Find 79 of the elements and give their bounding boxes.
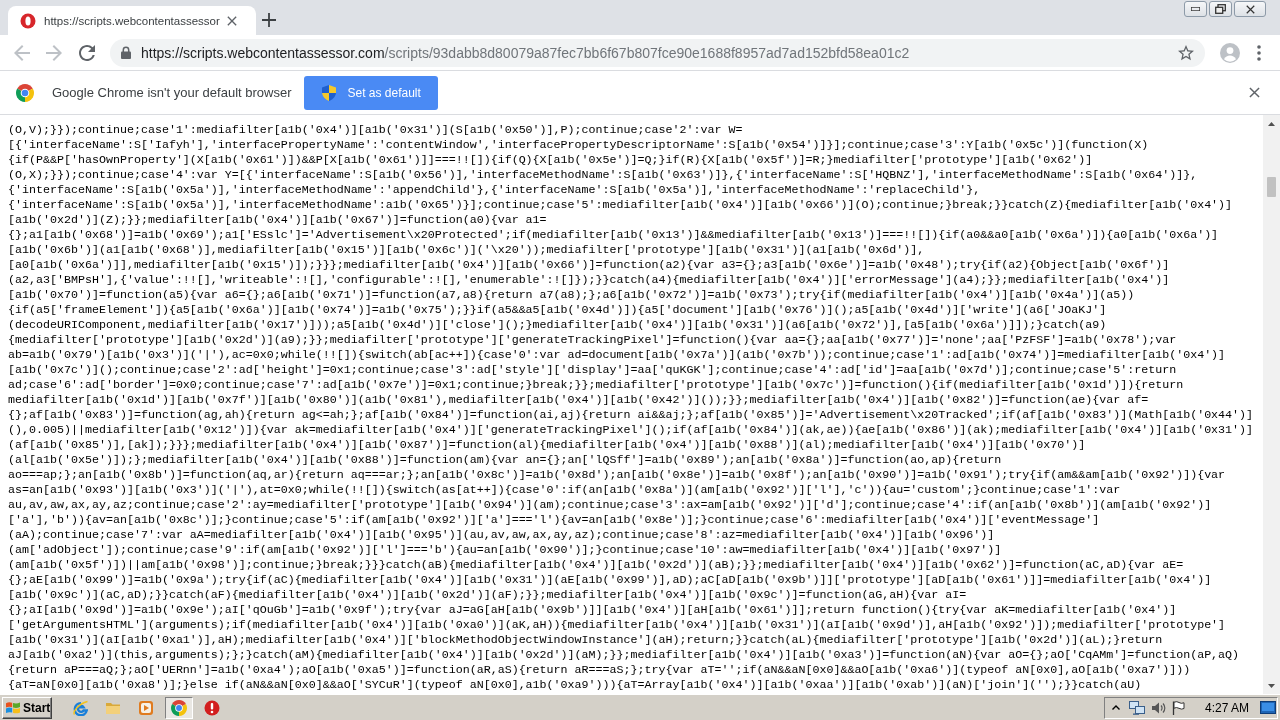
alert-icon [204, 699, 220, 716]
code-line: ['getArgumentsHTML'](arguments);if(mediafilter[a1b('0x4')][a1b('0xa0')](aK,aH)){mediafilter[a1b('0x4')][a1b('0x31')](aI[a1b('0x9d')],aH[a1b('0x92')]);mediafilter['prototype'] [8, 618, 1227, 633]
person-silhouette-icon [1220, 42, 1240, 63]
code-line: [a1b('0x9c')](aC,aD);}}catch(aF){mediafilter[a1b('0x4')][a1b('0x2d')](aF);}};mediafilter[a1b('0x4')][a1b('0x9c')]=function(aG,aH){var aI= [8, 588, 968, 603]
code-line: (O,X);}});continue;case'4':var Y=[{'interfaceName':S[a1b('0x56')],'interfaceMethodName':S[a1b('0x63')]},{'interfaceName':S['HQBNZ'],'interfaceMethodName':S[a1b('0x64')]}, [8, 168, 1199, 183]
code-line: (aA);continue;case'7':var aA=mediafilter[a1b('0x4')][a1b('0x95')](au,av,aw,ax,ay,az);continue;case'8':az=mediafilter[a1b('0x4')][a1b('0x96')] [8, 528, 996, 543]
minimize-button[interactable] [1184, 1, 1207, 17]
code-line: as=an[a1b('0x93')][a1b('0x3')]('|'),at=0x0;while(!![]){switch(as[at++]){case'0':if(an[a1b('0x8a')](am[a1b('0x92')]['l'],'c')){au='custom';}continue;case'1':var [8, 483, 1122, 498]
code-line: (a2,a3['BMPsH'],{'value':!![],'writeable':![],'configurable':![],'enumerable':![]});}}catch(a4){mediafilter[a1b('0x4')]['errorMessage'](a4);}};mediafilter[a1b('0x4')] [8, 273, 1171, 288]
infobar-close-button[interactable] [1247, 85, 1261, 100]
play-icon [138, 699, 154, 716]
reload-icon [79, 44, 95, 61]
star-icon[interactable] [1178, 44, 1194, 61]
flag-icon[interactable] [1171, 700, 1185, 715]
close-icon [227, 15, 237, 26]
code-line: {mediafilter['prototype'][a1b('0x2d')](a9);}};mediafilter['prototype']['generateTrackingPixel']=function(){var aa={};aa[a1b('0x77')]='none';aa['PzFSF']=a1b('0x78');var [8, 333, 1178, 348]
close-icon [1248, 87, 1260, 98]
minimize-icon [1191, 7, 1200, 11]
code-line: [a1b('0x31')](aI[a1b('0xa1')],aH);mediafilter[a1b('0x4')]['blockMethodObjectWindowInstance'](aH);return;}}catch(aL){mediafilter['prototype'][a1b('0x2d')](aL);}return [8, 633, 1164, 648]
code-line: au,av,aw,ax,ay,az;continue;case'2':ay=mediafilter['prototype'][a1b('0x94')](am);continue;case'3':ax=am[a1b('0x92')]['d'];continue;case'4':if(an[a1b('0x8b')](am[a1b('0x92')] [8, 498, 1213, 513]
code-line: {};a1[a1b('0x68')]=a1b('0x69');a1['ESslc']='Advertisement\x20Protected';if(mediafilter[a1b('0x13')]&&mediafilter[a1b('0x13')]===!![]){if(a0&&a0[a1b('0x6a')]){a0[a1b('0x6a')] [8, 228, 1220, 243]
start-flag-icon [5, 700, 21, 715]
scrollbar-thumb[interactable] [1267, 177, 1276, 197]
code-line: {if(a5['frameElement']){a5[a1b('0x6a')][a1b('0x74')]=a1b('0x75');}}if(a5&&a5[a1b('0x4d')]){a5['document'][a1b('0x76')]();a5[a1b('0x4d')]['write'](a6['JOaKJ'] [8, 303, 1108, 318]
triangle-down-icon [1268, 683, 1275, 688]
code-line: ad;case'6':ad['border']=0x0;continue;case'7':ad[a1b('0x7e')]=0x1;continue;}break;}};mediafilter['prototype'][a1b('0x7c')]=function(){if(mediafilter[a1b('0x1d')]){return [8, 378, 1185, 393]
address-field[interactable]: https://scripts.webcontentassessor.com/scripts/93dabb8d80079a87fec7bb6f67b807fce90e1688f8957ad7ad152bfd58ea01c2 [110, 38, 1205, 67]
code-line: [a1b('0x2d')](Z);}};mediafilter[a1b('0x4')][a1b('0x67')]=function(a0){var a1= [8, 213, 548, 228]
code-line: {aT=aN[0x0][a1b('0xa8')];}else if(aN&&aN[0x0]&&aO['SYCuR'](typeof aN[0x0],a1b('0xa9'))){aT=Array[a1b('0x4')][a1b('0xaa')][a1b('0xab')](aN)['join']('');}}catch(aU) [8, 678, 1143, 693]
code-line: mediafilter[a1b('0x1d')][a1b('0x7f')][a1b('0x80')](a1b('0x81'),mediafilter[a1b('0x4')][a1b('0x42')]());}};mediafilter[a1b('0x4')][a1b('0x82')]=function(ae){var af= [8, 393, 1150, 408]
code-line: {'interfaceName':S[a1b('0x5a')],'interfaceMethodName':a1b('0x65')}];continue;case'5':mediafilter[a1b('0x4')][a1b('0x66')](O);continue;}break;}}catch(Z){mediafilter[a1b('0x4')] [8, 198, 1234, 213]
code-line: ab=a1b('0x79')[a1b('0x3')]('|'),ac=0x0;while(!![]){switch(ab[ac++]){case'0':var ad=document[a1b('0x7a')](a1b('0x7b'));continue;case'1':ad[a1b('0x74')]=mediafilter[a1b('0x4')] [8, 348, 1227, 363]
code-line: [{'interfaceName':S['Iafyh'],'interfacePropertyName':'contentWindow','interfacePropertyDescriptorName':S[a1b('0x54')]}];continue;case'3':Y[a1b('0x5c')](function(X) [8, 138, 1150, 153]
close-icon [1245, 4, 1255, 14]
infobar-message: Google Chrome isn't your default browser [52, 85, 292, 100]
code-line: {'interfaceName':S[a1b('0x5a')],'interfaceMethodName':'appendChild'},{'interfaceName':S[a1b('0x5a')],'interfaceMethodName':'replaceChild'}, [8, 183, 982, 198]
clock: 4:27 AM [1204, 700, 1249, 715]
code-line: {if(P&&P['hasOwnProperty'](X[a1b('0x61')])&&P[X[a1b('0x61')]]===!![]){if(Q){X[a1b('0x5e')]=Q;}if(R){X[a1b('0x5f')]=R;}mediafilter['prototype'][a1b('0x62')] [8, 153, 1094, 168]
plus-icon [262, 13, 276, 27]
code-line: (decodeURIComponent,mediafilter[a1b('0x17')]));a5[a1b('0x4d')]['close']();}mediafilter[a1b('0x4')][a1b('0x31')](a6[a1b('0x72')],[a5[a1b('0x6a')]]);}catch(a9) [8, 318, 1108, 333]
tab-close-button[interactable] [226, 14, 238, 27]
restore-icon [1215, 4, 1226, 14]
restore-button[interactable] [1209, 1, 1232, 17]
code-line: [a1b('0x7c')]();continue;case'2':ad['height']=0x1;continue;case'3':ad['style']['display']=aa['quKGK'];continue;case'4':ad['id']=aa[a1b('0x7d')];continue;case'5':return [8, 363, 1178, 378]
window-close-button[interactable] [1234, 1, 1266, 17]
code-line: (am[a1b('0x5f')])||am[a1b('0x98')];continue;}break;}}}catch(aB){mediafilter[a1b('0x4')][a1b('0x2d')](aB);}};mediafilter[a1b('0x4')][a1b('0x62')]=function(aC,aD){var aE= [8, 558, 1185, 573]
speaker-icon[interactable] [1150, 700, 1166, 715]
code-line: {return aP===aQ;};aO['UERnn']=a1b('0xa4');aO[a1b('0xa5')]=function(aR,aS){return aR===aS;};try{var aT='';if(aN&&aN[0x0]&&aO[a1b('0xa6')](typeof aN[0x0],aO[a1b('0xa7')])) [8, 663, 1192, 678]
forward-arrow-icon [46, 44, 62, 61]
code-line: ['a'],'b')){av=an[a1b('0x8c')];}continue;case'5':if(am[a1b('0x92')]['a']==='l'){av=an[a1b('0x8e')];}continue;case'6':mediafilter[a1b('0x4')]['eventMessage'] [8, 513, 1101, 528]
back-arrow-icon [14, 44, 30, 61]
code-line: (am['adObject']);continue;case'9':if(am[a1b('0x92')]['l']==='b'){au=an[a1b('0x90')];}continue;case'10':aw=mediafilter[a1b('0x4')][a1b('0x97')] [8, 543, 1003, 558]
code-line: ao===ap;};an[a1b('0x8b')]=function(aq,ar){return aq===ar;};an[a1b('0x8c')]=a1b('0x8d');an[a1b('0x8e')]=a1b('0x8f');an[a1b('0x90')]=a1b('0x91');try{if(am&&am[a1b('0x92')]){var [8, 468, 1227, 483]
code-line: [a0[a1b('0x6a')]],mediafilter[a1b('0x15')]);}}};mediafilter[a1b('0x4')][a1b('0x66')]=function(a2){var a3={};a3[a1b('0x6e')]=a1b('0x48');try{if(a2){Object[a1b('0x6f')] [8, 258, 1171, 273]
code-line: (af[a1b('0x85')],[ak]);}}};mediafilter[a1b('0x4')][a1b('0x87')]=function(al){mediafilter[a1b('0x4')][a1b('0x88')](al);mediafilter[a1b('0x4')][a1b('0x70')] [8, 438, 1087, 453]
url-text: https://scripts.webcontentassessor.com/scripts/93dabb8d80079a87fec7bb6f67b807fce90e1688f8957ad7ad152bfd58ea01c2 [141, 44, 911, 61]
code-line: aJ[a1b('0xa2')](this,arguments);};}catch(aM){mediafilter[a1b('0x4')][a1b('0x2d')](aM);}};mediafilter[a1b('0x4')][a1b('0xa3')]=function(aN){var aO={};aO['CqAMm']=function(aP,aQ) [8, 648, 1241, 663]
favicon-icon [20, 12, 36, 29]
code-line: {};aE[a1b('0x99')]=a1b('0x9a');try{if(aC){mediafilter[a1b('0x4')][a1b('0x31')](aE[a1b('0x99')],aD);aC[aD[a1b('0x9b')]]['prototype'][aD[a1b('0x61')]]=mediafilter[a1b('0x4')] [8, 573, 1213, 588]
network-icon[interactable] [1128, 700, 1145, 715]
browser-tab[interactable]: https://scripts.webcontentassessor [8, 6, 256, 35]
start-button[interactable]: Start [2, 696, 52, 719]
code-line: [a1b('0x70')]=function(a5){var a6={};a6[a1b('0x71')]=function(a7,a8){return a7(a8);};a6[a1b('0x72')]=a1b('0x73');try{if(mediafilter[a1b('0x4')][a1b('0x4a')](a5)) [8, 288, 1136, 303]
triangle-up-icon [1268, 121, 1275, 126]
browser-logo-icon [16, 83, 34, 102]
code-line: (),0.005)||mediafilter[a1b('0x12')]){var ak=mediafilter[a1b('0x4')]['generateTrackingPixel']();if(af[a1b('0x84')](ak,ae)){ae[a1b('0x86')](ak);mediafilter[a1b('0x4')][a1b('0x31')] [8, 423, 1255, 438]
shield-icon [322, 84, 337, 101]
code-line: {};af[a1b('0x83')]=function(ag,ah){return ag<=ah;};af[a1b('0x84')]=function(ai,aj){return ai&&aj;};af[a1b('0x85')]='Advertisement\x20Tracked';if(af[a1b('0x83')](Math[a1b('0x44')] [8, 408, 1255, 423]
lock-icon [121, 46, 131, 59]
menu-icon [1257, 44, 1261, 61]
desktop-screen-icon[interactable] [1260, 701, 1276, 714]
browser-logo-icon [171, 699, 187, 716]
code-line: [a1b('0x6b')](a1[a1b('0x68')],mediafilter[a1b('0x15')][a1b('0x6c')]('\x20'));mediafilter['prototype'][a1b('0x31')](a1[a1b('0x6d')], [8, 243, 926, 258]
code-line: (O,V);}});continue;case'1':mediafilter[a1b('0x4')][a1b('0x31')](S[a1b('0x50')],P);continue;case'2':var W= [8, 123, 744, 138]
code-line: {};aI[a1b('0x9d')]=a1b('0x9e');aI['qOuGb']=a1b('0x9f');try{var aJ=aG[aH[a1b('0x9b')]][a1b('0x4')][aH[a1b('0x61')]];return function(){try{var aK=mediafilter[a1b('0x4')] [8, 603, 1178, 618]
chevron-up-icon [1111, 705, 1120, 710]
code-line: (al[a1b('0x5e')]);};mediafilter[a1b('0x4')][a1b('0x88')]=function(am){var an={};an['lQSff']=a1b('0x89');an[a1b('0x8a')]=function(ao,ap){return [8, 453, 1003, 468]
e-logo-icon [72, 699, 88, 716]
taskbar-app-button[interactable] [165, 696, 193, 719]
